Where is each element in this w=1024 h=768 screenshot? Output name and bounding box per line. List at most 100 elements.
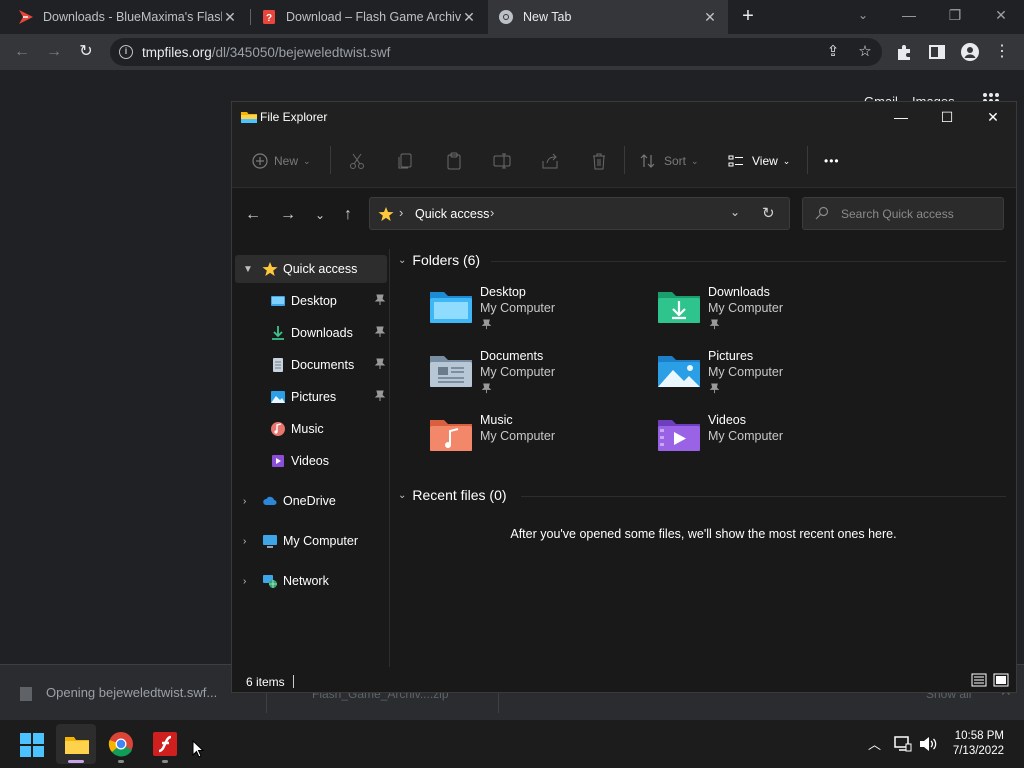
cut-icon[interactable] xyxy=(347,151,367,171)
folder-desktop[interactable]: Desktop My Computer xyxy=(429,285,639,343)
windows-start-icon[interactable] xyxy=(19,732,45,758)
folder-name: Desktop xyxy=(480,285,526,299)
browser-toolbar: ← → ↻ i tmpfiles.org/dl/345050/bejeweled… xyxy=(0,34,1024,70)
folder-videos[interactable]: Videos My Computer xyxy=(657,413,867,471)
refresh-icon[interactable]: ↻ xyxy=(762,204,775,222)
sidebar-item-label: Videos xyxy=(291,454,329,468)
network-icon[interactable] xyxy=(894,736,912,752)
breadcrumb-chevron-icon[interactable]: › xyxy=(490,205,494,220)
sidebar-item-documents[interactable]: Documents xyxy=(235,351,387,379)
details-view-icon[interactable] xyxy=(971,673,987,687)
large-icons-view-icon[interactable] xyxy=(993,673,1009,687)
explorer-minimize-button[interactable]: — xyxy=(878,102,924,132)
recent-files-section-header[interactable]: ⌄ Recent files (0) xyxy=(398,487,507,503)
running-indicator xyxy=(68,760,84,763)
flash-player-taskbar-icon[interactable] xyxy=(153,732,177,756)
restore-button[interactable]: ❐ xyxy=(932,0,978,32)
address-bar[interactable]: i tmpfiles.org/dl/345050/bejeweledtwist.… xyxy=(110,38,882,66)
window-title: File Explorer xyxy=(260,110,328,124)
address-dropdown-icon[interactable]: ⌄ xyxy=(730,205,740,219)
paste-icon[interactable] xyxy=(444,151,464,171)
pin-icon xyxy=(374,390,386,401)
explorer-close-button[interactable]: ✕ xyxy=(970,102,1016,132)
folder-documents[interactable]: Documents My Computer xyxy=(429,349,639,407)
new-tab-button[interactable]: + xyxy=(738,6,758,26)
nav-back-button[interactable]: ← xyxy=(242,204,264,226)
share-icon[interactable]: ⇪ xyxy=(824,43,842,61)
network-icon xyxy=(263,575,277,588)
tab-close-icon[interactable]: ✕ xyxy=(702,9,718,26)
sidebar-item-label: Network xyxy=(283,574,329,588)
search-input[interactable] xyxy=(841,206,991,222)
breadcrumb-quick-access[interactable]: Quick access xyxy=(415,207,489,221)
status-bar: 6 items xyxy=(232,667,1016,692)
collapse-chevron-icon: ⌄ xyxy=(398,489,407,501)
explorer-address-bar[interactable]: › Quick access › ⌄ ↻ xyxy=(369,197,790,230)
copy-icon[interactable] xyxy=(396,151,416,171)
minimize-button[interactable]: — xyxy=(886,0,932,32)
explorer-search-box[interactable] xyxy=(802,197,1004,230)
see-more-button[interactable]: ••• xyxy=(824,150,840,172)
back-button[interactable]: ← xyxy=(10,40,34,64)
tab-close-icon[interactable]: ✕ xyxy=(222,9,238,26)
show-hidden-icons-icon[interactable]: ︿ xyxy=(868,734,881,753)
view-button[interactable]: View ⌄ xyxy=(728,150,790,172)
expand-chevron-icon[interactable]: ▼ xyxy=(243,264,253,275)
sidebar-item-quick-access[interactable]: ▼ Quick access xyxy=(235,255,387,283)
recent-locations-button[interactable]: ⌄ xyxy=(309,204,331,226)
expand-chevron-icon[interactable]: › xyxy=(243,496,246,507)
explorer-maximize-button[interactable]: ☐ xyxy=(924,102,970,132)
window-titlebar[interactable]: File Explorer — ☐ ✕ xyxy=(232,102,1016,132)
volume-icon[interactable] xyxy=(918,736,938,752)
forward-button[interactable]: → xyxy=(42,40,66,64)
bookmark-star-icon[interactable]: ☆ xyxy=(856,43,874,61)
new-button[interactable]: New ⌄ xyxy=(252,150,311,172)
desktop-folder-icon xyxy=(430,292,472,323)
breadcrumb-chevron-icon[interactable]: › xyxy=(399,205,403,220)
pin-icon xyxy=(481,383,492,394)
rename-icon[interactable] xyxy=(492,151,512,171)
sidebar-item-music[interactable]: Music xyxy=(235,415,387,443)
chrome-taskbar-icon[interactable] xyxy=(108,731,134,757)
tab-close-icon[interactable]: ✕ xyxy=(461,9,477,26)
sidebar-item-my-computer[interactable]: › My Computer xyxy=(235,527,387,555)
sidebar-item-downloads[interactable]: Downloads xyxy=(235,319,387,347)
folder-name: Documents xyxy=(480,349,544,363)
folder-downloads[interactable]: Downloads My Computer xyxy=(657,285,867,343)
nav-forward-button[interactable]: → xyxy=(277,204,299,226)
site-info-icon[interactable]: i xyxy=(119,45,133,59)
expand-chevron-icon[interactable]: › xyxy=(243,576,246,587)
system-clock[interactable]: 10:58 PM 7/13/2022 xyxy=(944,729,1004,759)
tab-bluemaxima[interactable]: Downloads - BlueMaxima's Flash ✕ xyxy=(8,0,248,34)
chrome-menu-icon[interactable]: ⋮ xyxy=(990,40,1014,64)
download-item[interactable]: Opening bejeweledtwist.swf... xyxy=(20,685,217,701)
close-button[interactable]: ✕ xyxy=(978,0,1024,32)
command-separator xyxy=(807,146,808,174)
sidebar-item-videos[interactable]: Videos xyxy=(235,447,387,475)
side-panel-icon[interactable] xyxy=(928,43,946,61)
reload-button[interactable]: ↻ xyxy=(74,40,98,64)
sidebar-item-desktop[interactable]: Desktop xyxy=(235,287,387,315)
tab-new-tab[interactable]: New Tab ✕ xyxy=(488,0,728,34)
sidebar-item-onedrive[interactable]: › OneDrive xyxy=(235,487,387,515)
share-icon[interactable] xyxy=(540,151,560,171)
clock-date: 7/13/2022 xyxy=(952,745,1004,757)
expand-chevron-icon[interactable]: › xyxy=(243,536,246,547)
desktop-icon xyxy=(271,296,285,306)
sort-button[interactable]: Sort ⌄ xyxy=(640,150,699,172)
nav-up-button[interactable]: ↑ xyxy=(337,204,359,226)
pin-icon xyxy=(709,319,720,330)
extensions-icon[interactable] xyxy=(895,43,913,61)
sidebar-item-label: Downloads xyxy=(291,326,353,340)
tab-search-icon[interactable]: ⌄ xyxy=(840,0,886,32)
sidebar-item-network[interactable]: › Network xyxy=(235,567,387,595)
folder-pictures[interactable]: Pictures My Computer xyxy=(657,349,867,407)
folders-section-header[interactable]: ⌄ Folders (6) xyxy=(398,252,480,268)
profile-avatar-icon[interactable] xyxy=(960,42,980,62)
folder-music[interactable]: Music My Computer xyxy=(429,413,639,471)
url-text[interactable]: tmpfiles.org/dl/345050/bejeweledtwist.sw… xyxy=(142,45,390,60)
tab-flash-game-archive[interactable]: ? Download – Flash Game Archive ✕ xyxy=(251,0,487,34)
file-explorer-taskbar-icon[interactable] xyxy=(63,730,91,758)
delete-icon[interactable] xyxy=(589,151,609,171)
sidebar-item-pictures[interactable]: Pictures xyxy=(235,383,387,411)
